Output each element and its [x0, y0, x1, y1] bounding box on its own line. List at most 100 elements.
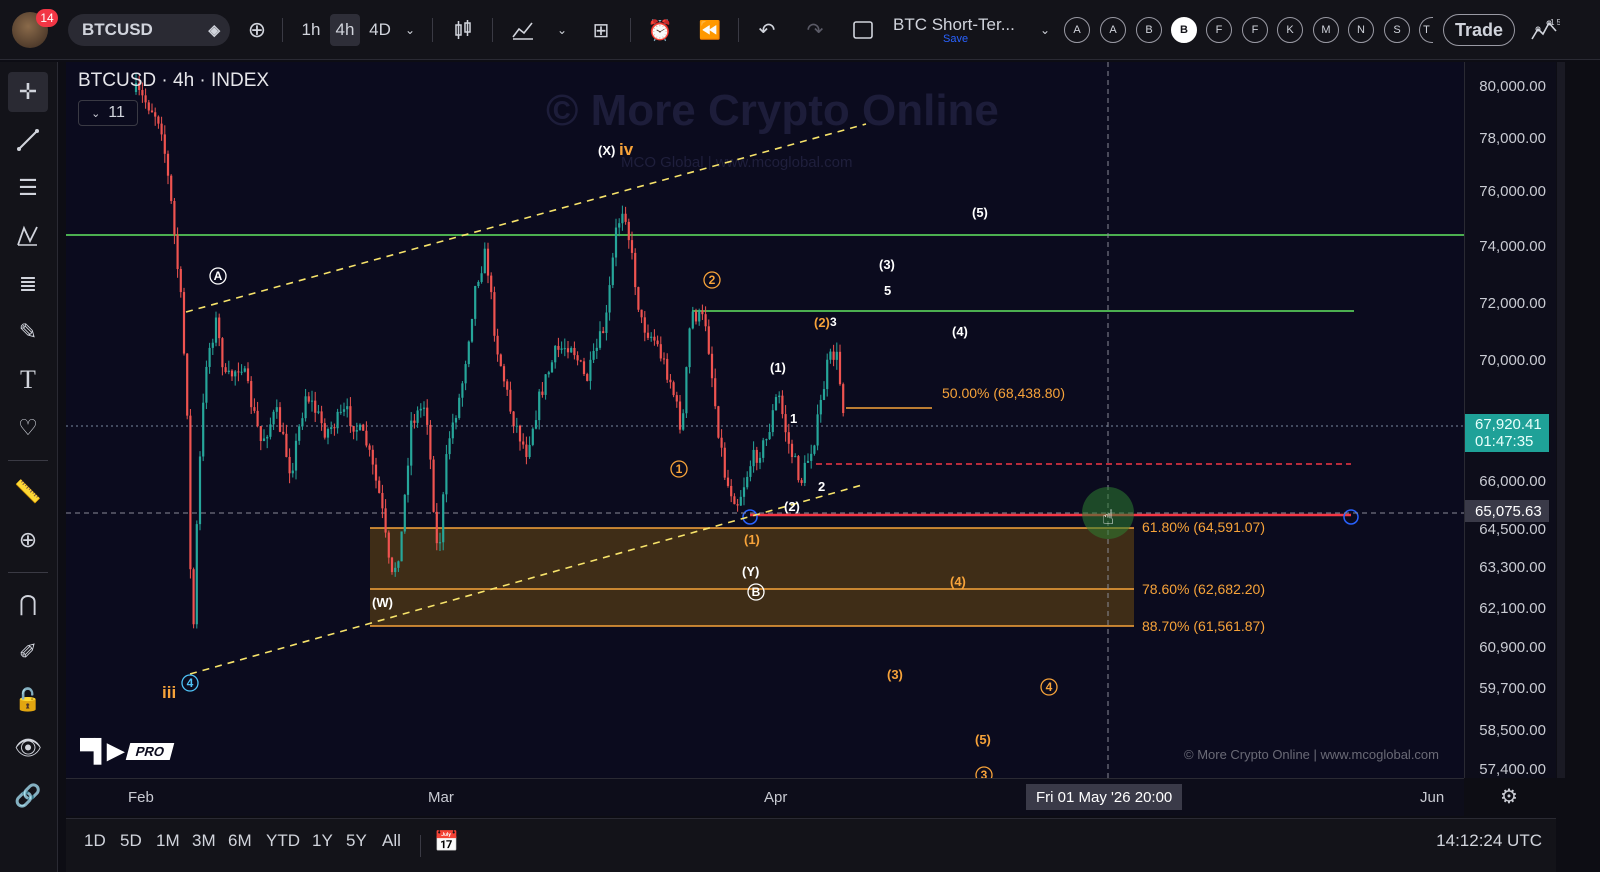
candle-body	[624, 213, 627, 222]
layout-name-button[interactable]: BTC Short-Ter... Save	[893, 12, 1033, 48]
range-1m[interactable]: 1M	[156, 831, 180, 851]
timeframe-4d[interactable]: 4D	[364, 14, 396, 46]
wave-label: 2	[818, 479, 825, 494]
candle-body	[742, 487, 746, 497]
fib-tool[interactable]: ☰	[8, 168, 48, 208]
trendline-tool[interactable]	[8, 120, 48, 160]
candle-body	[499, 354, 502, 367]
candle-body	[176, 234, 179, 270]
undo-button[interactable]: ↶	[752, 14, 782, 46]
chart-settings-button[interactable]: ⚙	[1500, 784, 1518, 809]
range-5y[interactable]: 5Y	[346, 831, 367, 851]
add-symbol-button[interactable]: ⊕	[242, 14, 272, 46]
price-chart-canvas[interactable]: ☝ 50.00% (68,438.80) 61.80% (64,591.07) …	[66, 62, 1464, 778]
range-6m[interactable]: 6M	[228, 831, 252, 851]
symbol-search-button[interactable]: BTCUSD ◈	[68, 14, 230, 46]
candle-body	[214, 317, 218, 343]
crosshair-tool[interactable]: ✛	[8, 72, 48, 112]
scrollbar[interactable]	[1557, 62, 1565, 778]
alert-preset-b2[interactable]: B	[1171, 17, 1197, 43]
price-axis[interactable]: 80,000.00 78,000.00 76,000.00 74,000.00 …	[1464, 62, 1556, 778]
range-1y[interactable]: 1Y	[312, 831, 333, 851]
range-ytd[interactable]: YTD	[266, 831, 300, 851]
alert-preset-s[interactable]: S	[1384, 17, 1410, 43]
utc-clock[interactable]: 14:12:24 UTC	[1436, 831, 1542, 851]
lock-drawings-tool[interactable]: 🔓	[8, 680, 48, 720]
fullscreen-button[interactable]	[848, 14, 878, 46]
candle-body	[544, 374, 547, 395]
text-tool[interactable]: T	[8, 360, 48, 400]
candle-body	[320, 411, 323, 424]
alert-preset-b1[interactable]: B	[1136, 17, 1162, 43]
alert-preset-f2[interactable]: F	[1242, 17, 1268, 43]
save-link[interactable]: Save	[943, 33, 968, 45]
icon-tool[interactable]: ♡	[8, 408, 48, 448]
candle-body	[816, 414, 819, 446]
candle-body	[387, 532, 390, 558]
price-label: 63,300.00	[1479, 559, 1546, 576]
chart-pane[interactable]: © More Crypto Online MCO Global | www.mc…	[66, 62, 1464, 778]
measure-tool[interactable]: 📏	[8, 472, 48, 512]
price-label: 58,500.00	[1479, 722, 1546, 739]
candle-body	[646, 332, 650, 338]
indicators-button[interactable]	[506, 14, 540, 46]
candle-body	[685, 367, 688, 414]
link-tool[interactable]: 🔗	[8, 776, 48, 816]
alert-preset-f1[interactable]: F	[1206, 17, 1232, 43]
alert-preset-a1[interactable]: A	[1064, 17, 1090, 43]
range-all[interactable]: All	[382, 831, 401, 851]
trade-button[interactable]: Trade	[1443, 14, 1515, 46]
replay-button[interactable]: ⏪	[694, 14, 726, 46]
forecast-tool[interactable]: ≣	[8, 264, 48, 304]
range-5d[interactable]: 5D	[120, 831, 142, 851]
candle-body	[813, 445, 816, 454]
timeframe-1h[interactable]: 1h	[296, 14, 326, 46]
redo-button[interactable]: ↷	[800, 14, 830, 46]
candle-body	[790, 443, 794, 457]
layout-button[interactable]: ⊞	[586, 14, 616, 46]
candle-body	[832, 351, 835, 360]
alert-preset-k[interactable]: K	[1277, 17, 1303, 43]
candle-body	[525, 444, 528, 457]
candle-body	[301, 418, 304, 427]
wave-label: (3)	[887, 667, 903, 682]
replay-chart-button[interactable]: 1 5	[1528, 14, 1562, 46]
text-icon: T	[20, 365, 36, 394]
time-axis[interactable]: Feb Mar Apr Jun Fri 01 May '26 20:00	[66, 778, 1464, 816]
candle-body	[438, 542, 442, 544]
zoom-tool[interactable]: ⊕	[8, 520, 48, 560]
candle-body	[518, 425, 522, 442]
candle-body	[374, 464, 378, 481]
layout-dropdown[interactable]: ⌄	[1035, 14, 1055, 46]
alert-preset-n[interactable]: N	[1348, 17, 1374, 43]
candle-body	[179, 269, 182, 293]
timeframe-4h[interactable]: 4h	[330, 14, 360, 46]
pattern-tool[interactable]	[8, 216, 48, 256]
stay-drawing-tool[interactable]: ✐	[8, 632, 48, 672]
line-handle[interactable]	[1343, 509, 1359, 525]
chevron-down-icon: ⌄	[1039, 23, 1051, 37]
chart-type-button[interactable]	[448, 14, 478, 46]
horizontal-lines-icon: ☰	[18, 175, 38, 200]
tradingview-logo[interactable]: ▀▌▶ PRO	[80, 738, 175, 764]
alert-button[interactable]: ⏰	[644, 14, 676, 46]
alert-preset-a2[interactable]: A	[1100, 17, 1126, 43]
indicators-collapse-button[interactable]: ⌄ 11	[78, 100, 138, 126]
alert-preset-m[interactable]: M	[1313, 17, 1339, 43]
timeframe-dropdown[interactable]: ⌄	[400, 14, 420, 46]
line-handle[interactable]	[742, 509, 758, 525]
brush-tool[interactable]: ✎	[8, 312, 48, 352]
pro-badge: PRO	[125, 742, 175, 760]
range-3m[interactable]: 3M	[192, 831, 216, 851]
candle-body	[349, 406, 352, 427]
candle-body	[464, 364, 467, 384]
hide-drawings-tool[interactable]: 👁	[8, 728, 48, 768]
magnet-tool[interactable]: ⋂	[8, 584, 48, 624]
alert-preset-t[interactable]: T	[1419, 17, 1433, 43]
indicators-dropdown[interactable]: ⌄	[552, 14, 572, 46]
range-1d[interactable]: 1D	[84, 831, 106, 851]
candle-body	[333, 427, 336, 429]
candle-body	[541, 391, 544, 395]
candle-body	[794, 456, 797, 458]
date-range-button[interactable]: 📅	[434, 829, 459, 854]
